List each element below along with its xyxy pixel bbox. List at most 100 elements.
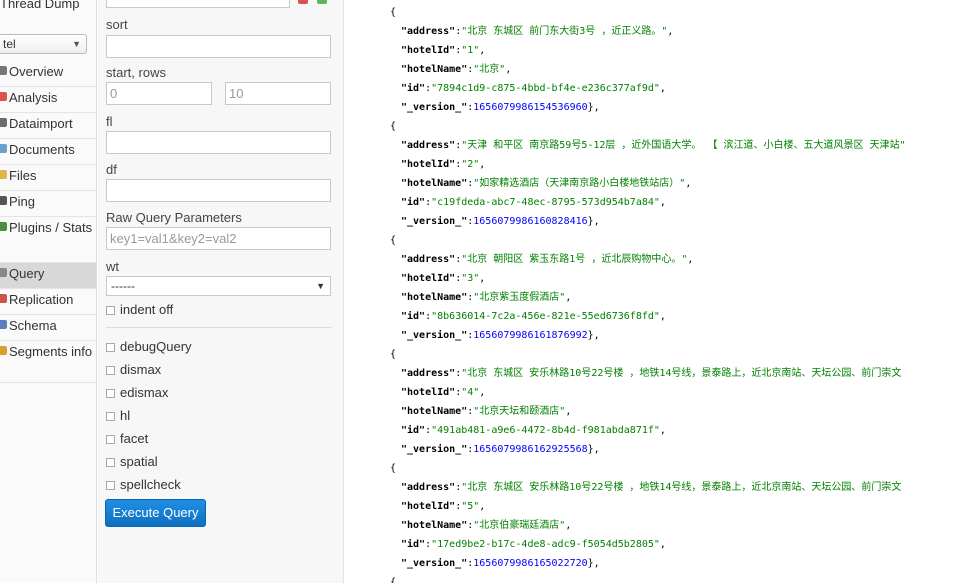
nav-item-replication[interactable]: Replication	[0, 289, 96, 315]
nav-item-analysis[interactable]: Analysis	[0, 87, 96, 113]
json-value: "北京 东城区 安乐林路10号22号楼 ，地铁14号线，景泰路上，近北京南站、天…	[461, 368, 902, 379]
edismax-checkbox[interactable]: edismax	[106, 385, 168, 401]
json-field: "id":"17ed9be2-b17c-4de8-adc9-f5054d5b28…	[401, 538, 666, 551]
sort-input[interactable]	[106, 35, 331, 58]
json-key: "hotelId"	[401, 45, 456, 56]
hl-checkbox[interactable]: hl	[106, 408, 130, 424]
nav-item-label: Dataimport	[9, 116, 73, 131]
json-value: "北京 东城区 前门东大街3号 ，近正义路。"	[461, 26, 668, 37]
core-selector-value: tel	[3, 37, 16, 51]
json-key: "id"	[401, 197, 426, 208]
sort-label: sort	[106, 17, 128, 32]
json-field: "address":"北京 东城区 安乐林路10号22号楼 ，地铁14号线，景泰…	[401, 367, 901, 380]
json-brace-text: {	[390, 577, 397, 583]
json-value: "3"	[461, 273, 480, 284]
json-value: "5"	[461, 501, 480, 512]
checkbox-box[interactable]	[106, 343, 115, 352]
json-key: "hotelName"	[401, 520, 468, 531]
nav-item-label: Query	[9, 266, 45, 281]
json-brace-text: {	[390, 463, 397, 474]
checkbox-label: dismax	[120, 362, 162, 377]
json-key: "hotelName"	[401, 64, 468, 75]
json-line-end: ,	[565, 520, 572, 531]
core-selector[interactable]: tel ▼	[0, 34, 87, 54]
checkbox-box[interactable]	[106, 458, 115, 467]
json-key: "id"	[401, 539, 426, 550]
raw-query-input[interactable]: key1=val1&key2=val2	[106, 227, 331, 250]
dashboard-icon	[0, 66, 7, 75]
rows-input[interactable]: 10	[225, 82, 331, 105]
chevron-down-icon: ▼	[316, 281, 325, 291]
json-line-end: ,	[479, 159, 486, 170]
checkbox-box[interactable]	[106, 389, 115, 398]
checkbox-box[interactable]	[106, 412, 115, 421]
nav-item-dataimport[interactable]: Dataimport	[0, 113, 96, 139]
add-icon[interactable]	[317, 0, 327, 4]
json-value: 1656079986165022720	[473, 558, 588, 569]
json-value: "北京天坛和颐酒店"	[473, 406, 566, 417]
json-value: "c19fdeda-abc7-48ec-8795-573d954b7a84"	[431, 197, 660, 208]
indent-checkbox[interactable]: indent off	[106, 302, 173, 318]
checkbox-label: hl	[120, 408, 131, 423]
q-input[interactable]	[106, 0, 290, 8]
wt-select[interactable]: ------ ▼	[106, 276, 331, 296]
json-value: "北京"	[473, 64, 506, 75]
json-line-end: ,	[659, 425, 666, 436]
nav-item-files[interactable]: Files	[0, 165, 96, 191]
wt-select-value: ------	[111, 279, 135, 293]
json-line-end: ,	[565, 406, 572, 417]
checkbox-box[interactable]	[106, 481, 115, 490]
fl-label: fl	[106, 114, 113, 129]
nav-item-documents[interactable]: Documents	[0, 139, 96, 165]
nav-item-thread-dump[interactable]: Thread Dump	[0, 0, 79, 11]
json-line-end: ,	[479, 501, 486, 512]
json-field: "address":"北京 东城区 安乐林路10号22号楼 ，地铁14号线，景泰…	[401, 481, 901, 494]
json-value: "491ab481-a9e6-4472-8b4d-f981abda871f"	[431, 425, 660, 436]
json-line-end: },	[587, 102, 600, 113]
dismax-checkbox[interactable]: dismax	[106, 362, 161, 378]
json-brace-text: {	[390, 7, 397, 18]
replication-icon	[0, 294, 7, 303]
json-key: "address"	[401, 254, 456, 265]
spellcheck-checkbox[interactable]: spellcheck	[106, 477, 181, 493]
debugquery-checkbox[interactable]: debugQuery	[106, 339, 192, 355]
nav-item-label: Ping	[9, 194, 36, 209]
checkbox-box[interactable]	[106, 435, 115, 444]
nav-item-label: Documents	[9, 142, 75, 157]
json-value: 1656079986161876992	[473, 330, 588, 341]
json-value: "如家精选酒店（天津南京路小白楼地铁站店）"	[473, 178, 686, 189]
segments-icon	[0, 346, 7, 355]
json-line-end: },	[587, 216, 600, 227]
execute-query-button[interactable]: Execute Query	[105, 499, 206, 527]
json-key: "id"	[401, 311, 426, 322]
json-brace: {	[390, 6, 396, 19]
nav-item-ping[interactable]: Ping	[0, 191, 96, 217]
nav-item-overview[interactable]: Overview	[0, 61, 96, 87]
json-key: "_version_"	[401, 216, 468, 227]
nav-item-label: Segments info	[9, 344, 93, 359]
sidebar-nav: Thread Dump tel ▼ Overview Analysis Dataim…	[0, 0, 97, 583]
checkbox-box[interactable]	[106, 306, 115, 315]
folder-icon	[0, 170, 7, 179]
nav-item-query[interactable]: Query	[0, 263, 96, 289]
nav-item-segments-info[interactable]: Segments info	[0, 341, 96, 383]
checkbox-label: debugQuery	[120, 339, 192, 354]
nav-item-schema[interactable]: Schema	[0, 315, 96, 341]
spatial-checkbox[interactable]: spatial	[106, 454, 158, 470]
facet-checkbox[interactable]: facet	[106, 431, 148, 447]
checkbox-box[interactable]	[106, 366, 115, 375]
schema-icon	[0, 320, 7, 329]
df-input[interactable]	[106, 179, 331, 202]
remove-icon[interactable]	[298, 0, 308, 4]
indent-label: indent off	[120, 302, 174, 317]
json-brace: {	[390, 576, 396, 583]
nav-item-plugins-stats[interactable]: Plugins / Stats	[0, 217, 96, 263]
json-field: "address":"北京 朝阳区 紫玉东路1号 ，近北辰购物中心。",	[401, 253, 693, 266]
json-key: "address"	[401, 140, 456, 151]
start-input[interactable]: 0	[106, 82, 212, 105]
json-value: "1"	[461, 45, 480, 56]
query-icon	[0, 268, 7, 277]
query-result-panel: {"address":"北京 东城区 前门东大街3号 ，近正义路。", "hote…	[345, 0, 969, 583]
json-line-end: ,	[479, 387, 486, 398]
fl-input[interactable]	[106, 131, 331, 154]
